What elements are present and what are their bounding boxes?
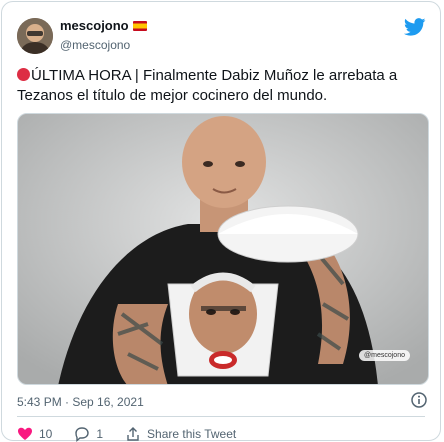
divider xyxy=(17,416,425,417)
author-name-row: mescojono xyxy=(60,17,147,35)
author-block[interactable]: mescojono @mescojono xyxy=(60,17,147,53)
username[interactable]: @mescojono xyxy=(60,37,147,53)
red-circle-icon xyxy=(17,68,30,81)
share-button[interactable]: Share this Tweet xyxy=(125,426,236,442)
reply-count: 1 xyxy=(96,427,104,441)
tweet-timestamp[interactable]: 5:43 PM · Sep 16, 2021 xyxy=(17,395,144,409)
tweet-text-content: ÚLTIMA HORA | Finalmente Dabiz Muñoz le … xyxy=(17,67,398,104)
share-label: Share this Tweet xyxy=(147,427,237,441)
media-watermark: @mescojono xyxy=(359,350,410,361)
like-count: 10 xyxy=(39,427,53,441)
reply-icon xyxy=(75,427,90,442)
tweet-text: ÚLTIMA HORA | Finalmente Dabiz Muñoz le … xyxy=(17,66,431,106)
info-icon[interactable] xyxy=(411,392,427,408)
tweet-card: mescojono @mescojono ÚLTIMA HORA | Final… xyxy=(1,1,441,442)
share-icon xyxy=(127,427,139,441)
tweet-media-image[interactable]: @mescojono xyxy=(17,113,429,385)
heart-icon xyxy=(18,427,32,440)
twitter-bird-icon[interactable] xyxy=(404,18,426,36)
tweet-actions: 10 1 Share this Tweet xyxy=(17,426,258,442)
reply-button[interactable]: 1 xyxy=(74,426,103,442)
like-button[interactable]: 10 xyxy=(17,426,52,442)
spain-flag-icon xyxy=(132,21,147,31)
media-illustration xyxy=(18,114,428,384)
avatar[interactable] xyxy=(17,18,53,54)
display-name[interactable]: mescojono xyxy=(60,18,129,33)
